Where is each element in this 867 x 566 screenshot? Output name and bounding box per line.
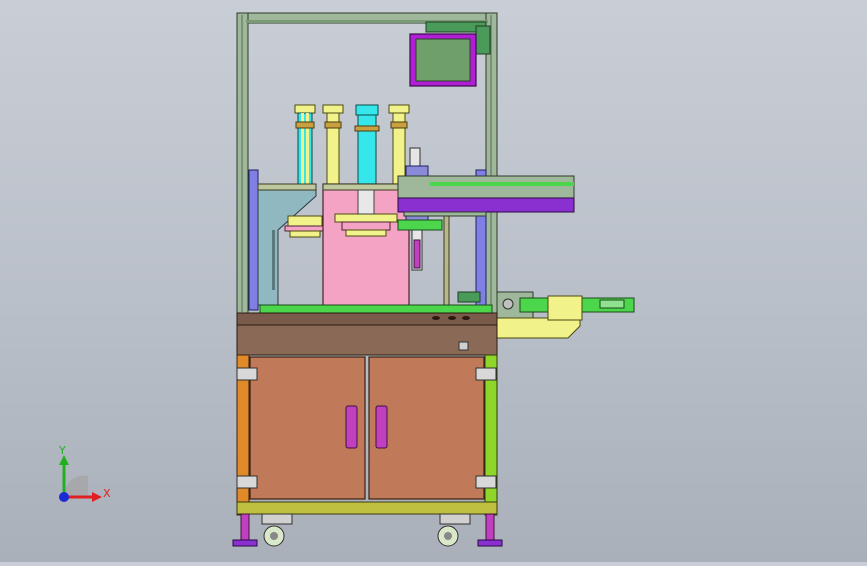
cad-viewport[interactable]: Y X xyxy=(0,0,867,562)
cabinet-door-handle-right[interactable] xyxy=(375,405,388,449)
cabinet xyxy=(236,354,498,516)
triad-origin xyxy=(59,492,69,502)
table-top xyxy=(236,304,498,356)
x-axis-arrow xyxy=(92,492,102,502)
cabinet-door-handle-left[interactable] xyxy=(345,405,358,449)
side-feeder xyxy=(496,291,635,339)
pneumatic-cylinders xyxy=(294,104,410,188)
feet-and-casters xyxy=(232,513,503,547)
machine-assembly-drawing: Y X xyxy=(58,12,635,547)
hmi-monitor xyxy=(409,33,477,87)
linear-conveyor xyxy=(397,169,575,311)
y-axis-label: Y xyxy=(58,444,66,457)
orientation-triad: Y X xyxy=(58,444,111,502)
x-axis-label: X xyxy=(103,487,111,500)
left-bracket xyxy=(248,169,326,311)
pink-fixture-block xyxy=(322,183,410,307)
